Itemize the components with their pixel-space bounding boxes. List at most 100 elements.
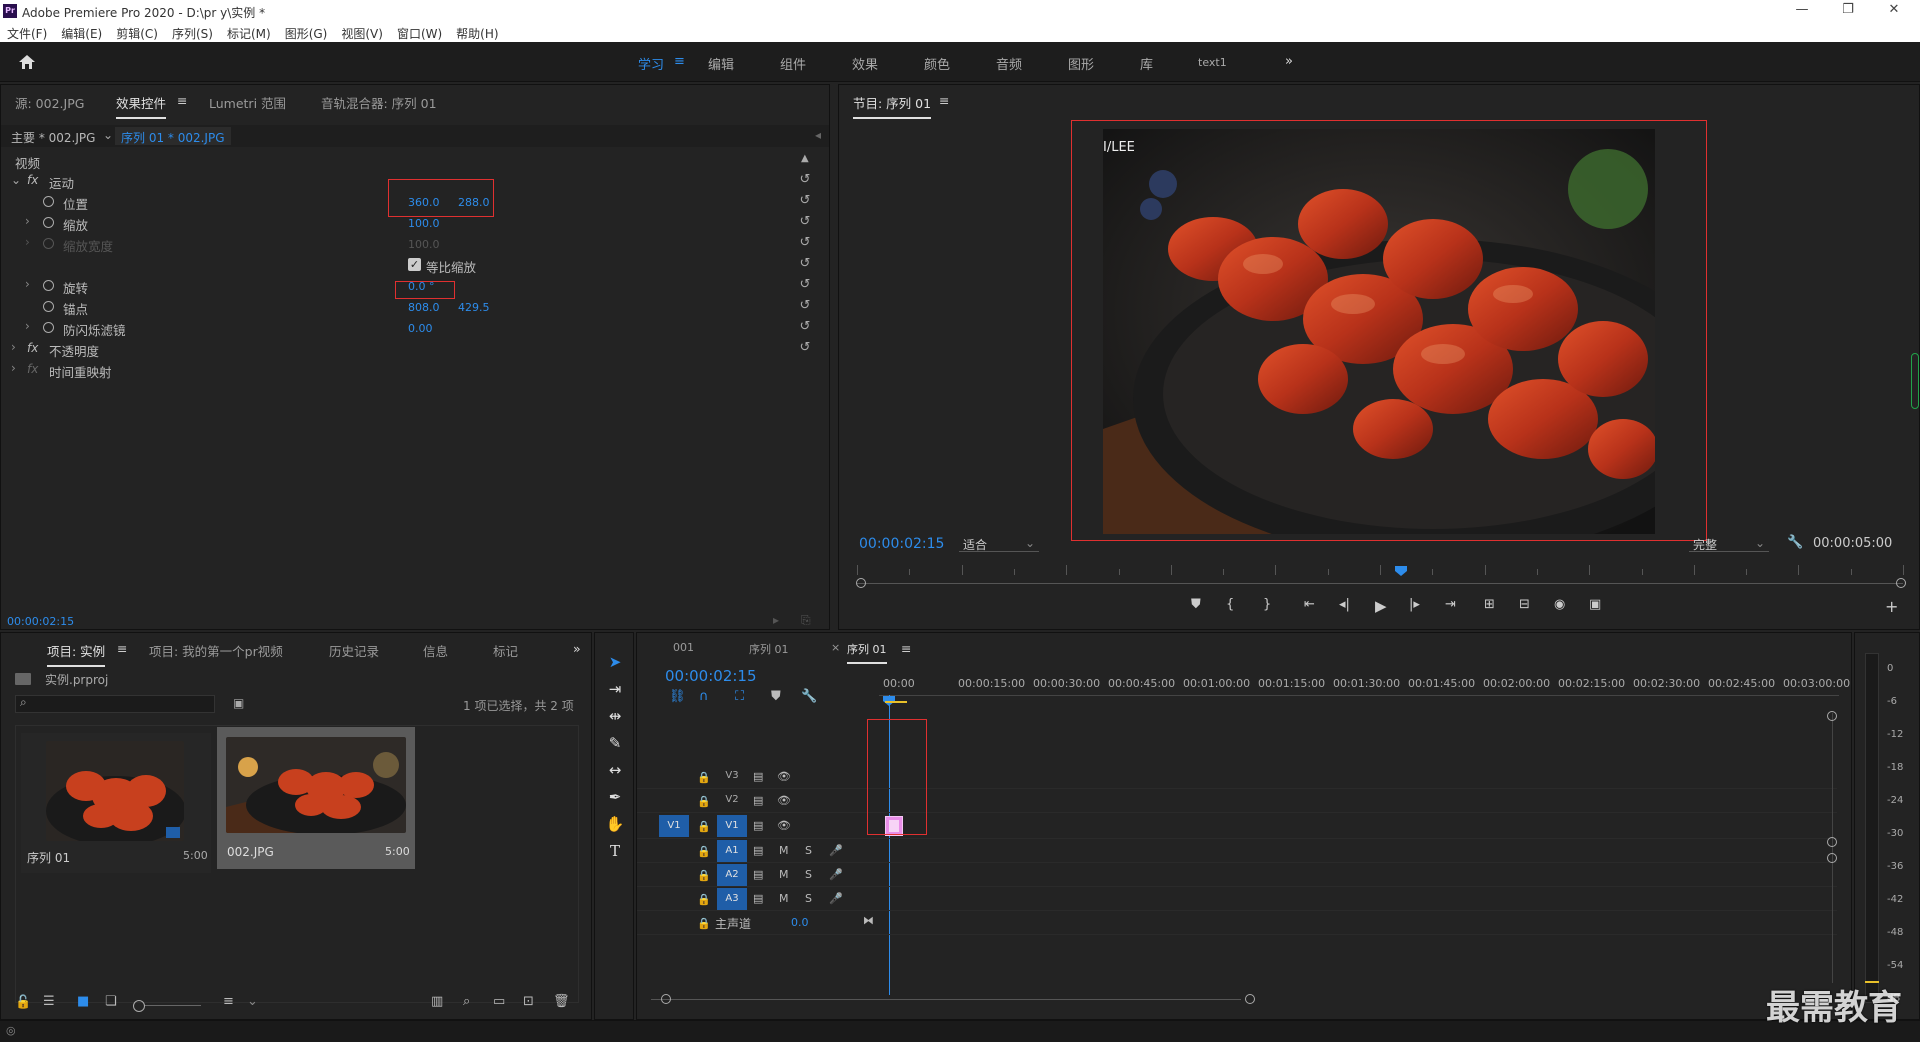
motion-fx-icon[interactable]: fx <box>27 173 38 187</box>
anchor-x-value[interactable]: 808.0 <box>408 301 440 314</box>
sequence-clip-label[interactable]: 序列 01 * 002.JPG <box>115 127 231 145</box>
play-button-icon[interactable]: ▶ <box>1375 597 1387 615</box>
a2-sync-icon[interactable]: ▤ <box>753 868 763 881</box>
ripple-edit-tool-icon[interactable]: ⇹ <box>603 707 627 729</box>
quality-dropdown[interactable]: 完整 ⌄ <box>1689 534 1769 552</box>
program-playhead[interactable] <box>1394 565 1407 576</box>
linked-selection-icon[interactable]: ⛶ <box>735 689 744 704</box>
workspace-text1[interactable]: text1 <box>1198 56 1227 69</box>
master-lock-icon[interactable]: 🔒 <box>697 917 711 930</box>
opacity-reset-icon[interactable]: ↺ <box>798 340 812 355</box>
workspace-assembly[interactable]: 组件 <box>780 54 806 73</box>
a2-mic-icon[interactable]: 🎤 <box>829 868 843 881</box>
workspace-graphics[interactable]: 图形 <box>1068 54 1094 73</box>
step-forward-icon[interactable]: |▸ <box>1409 597 1420 612</box>
a2-lock-icon[interactable]: 🔒 <box>697 869 711 882</box>
tab-project-first-video[interactable]: 项目: 我的第一个pr视频 <box>149 641 283 660</box>
timeline-vscroll-track[interactable] <box>1832 713 1833 983</box>
maximize-button[interactable]: ❐ <box>1836 2 1860 20</box>
timeline-hscroll-track[interactable] <box>651 999 1241 1000</box>
timeline-ruler[interactable]: 00:00 00:00:15:00 00:00:30:00 00:00:45:00 00… <box>883 677 1850 691</box>
v1-source-patch[interactable]: V1 <box>659 815 689 837</box>
time-remap-expand-icon[interactable]: › <box>11 361 16 375</box>
timeline-tab-seq1-active[interactable]: 序列 01 <box>847 641 887 664</box>
minimize-button[interactable]: — <box>1790 2 1814 20</box>
nest-icon[interactable]: ⛓ <box>669 689 686 704</box>
v1-sync-icon[interactable]: ▤ <box>753 819 763 832</box>
a1-mute-button[interactable]: M <box>779 844 789 857</box>
timeline-vscroll-top[interactable] <box>1827 711 1837 721</box>
a1-mic-icon[interactable]: 🎤 <box>829 844 843 857</box>
find-icon[interactable]: ⌕ <box>463 994 470 1009</box>
new-bin-from-search-icon[interactable]: ▣ <box>233 696 244 710</box>
scale-width-reset-icon[interactable]: ↺ <box>798 235 812 250</box>
step-back-icon[interactable]: ◂| <box>1339 597 1350 612</box>
timeline-vscroll-mid1[interactable] <box>1827 837 1837 847</box>
new-item-icon[interactable]: ⊡ <box>523 994 534 1009</box>
icon-view-icon[interactable]: ■ <box>77 994 89 1009</box>
v2-lock-icon[interactable]: 🔒 <box>697 795 711 808</box>
scale-reset-icon[interactable]: ↺ <box>798 214 812 229</box>
chevron-down-icon[interactable]: ⌄ <box>103 128 113 142</box>
tab-effect-controls[interactable]: 效果控件 <box>116 93 167 119</box>
a2-track-label[interactable]: A2 <box>717 864 747 886</box>
program-menu-icon[interactable]: ≡ <box>939 93 949 108</box>
wrench-icon[interactable]: 🔧 <box>1787 535 1803 550</box>
flicker-expand-icon[interactable]: › <box>25 319 30 333</box>
position-reset-icon[interactable]: ↺ <box>798 193 812 208</box>
export-icon[interactable]: ⎘ <box>801 613 811 628</box>
tab-audio-track-mixer[interactable]: 音轨混合器: 序列 01 <box>321 93 437 112</box>
zoom-handle-left[interactable] <box>856 578 866 588</box>
extract-icon[interactable]: ⊟ <box>1519 597 1530 612</box>
workspace-edit[interactable]: 编辑 <box>708 54 734 73</box>
workspace-learn[interactable]: 学习 <box>638 54 664 73</box>
project-search-input[interactable] <box>15 695 215 713</box>
v3-sync-icon[interactable]: ▤ <box>753 770 763 783</box>
v3-track-label[interactable]: V3 <box>717 770 747 781</box>
a3-mute-button[interactable]: M <box>779 892 789 905</box>
compare-icon[interactable]: ▣ <box>1589 597 1601 612</box>
anchor-y-value[interactable]: 429.5 <box>458 301 490 314</box>
workspace-menu-icon[interactable]: ≡ <box>674 54 685 69</box>
workspace-more-button[interactable]: » <box>1285 54 1293 69</box>
tab-info[interactable]: 信息 <box>423 641 448 660</box>
selection-tool-icon[interactable]: ➤ <box>603 653 627 675</box>
slip-tool-icon[interactable]: ↔ <box>603 761 627 783</box>
v3-lock-icon[interactable]: 🔒 <box>697 771 711 784</box>
anchor-reset-icon[interactable]: ↺ <box>798 298 812 313</box>
lock-icon[interactable]: 🔓 <box>15 995 31 1010</box>
flicker-value[interactable]: 0.00 <box>408 322 433 335</box>
master-volume-value[interactable]: 0.0 <box>791 916 809 929</box>
trash-icon[interactable]: 🗑 <box>553 994 570 1009</box>
opacity-expand-icon[interactable]: › <box>11 340 16 354</box>
add-marker-icon[interactable]: ⛊ <box>1191 597 1201 612</box>
new-bin-icon[interactable]: ▭ <box>493 994 505 1009</box>
go-to-in-icon[interactable]: ⇤ <box>1304 597 1315 612</box>
close-button[interactable]: ✕ <box>1882 2 1906 20</box>
program-ruler[interactable] <box>857 565 1904 575</box>
automate-to-sequence-icon[interactable]: ▥ <box>431 994 443 1009</box>
fit-dropdown[interactable]: 适合 ⌄ <box>959 534 1039 552</box>
menu-sequence[interactable]: 序列(S) <box>165 22 220 42</box>
a1-track-label[interactable]: A1 <box>717 840 747 862</box>
a3-lock-icon[interactable]: 🔒 <box>697 893 711 906</box>
scroll-up-icon[interactable]: ▲ <box>801 153 809 164</box>
scale-stopwatch-icon[interactable] <box>43 217 54 228</box>
freeform-view-icon[interactable]: ❏ <box>105 994 117 1009</box>
menu-help[interactable]: 帮助(H) <box>449 22 505 42</box>
uniform-scale-reset-icon[interactable]: ↺ <box>798 256 812 271</box>
mark-in-icon[interactable]: { <box>1226 597 1234 612</box>
menu-graphics[interactable]: 图形(G) <box>278 22 335 42</box>
a3-solo-button[interactable]: S <box>805 892 812 905</box>
anchor-stopwatch-icon[interactable] <box>43 301 54 312</box>
master-go-to-end-icon[interactable]: ⧓ <box>863 914 874 927</box>
v2-sync-icon[interactable]: ▤ <box>753 794 763 807</box>
workspace-libraries[interactable]: 库 <box>1140 54 1153 73</box>
opacity-fx-icon[interactable]: fx <box>27 341 38 355</box>
timeline-tab-close-icon[interactable]: × <box>831 641 840 654</box>
camera-icon[interactable]: ◉ <box>1554 597 1565 612</box>
list-view-icon[interactable]: ☰ <box>43 994 55 1009</box>
add-button-icon[interactable]: + <box>1885 597 1898 616</box>
type-tool-icon[interactable]: T <box>603 842 627 864</box>
uniform-scale-checkbox[interactable]: ✓ <box>408 258 421 271</box>
